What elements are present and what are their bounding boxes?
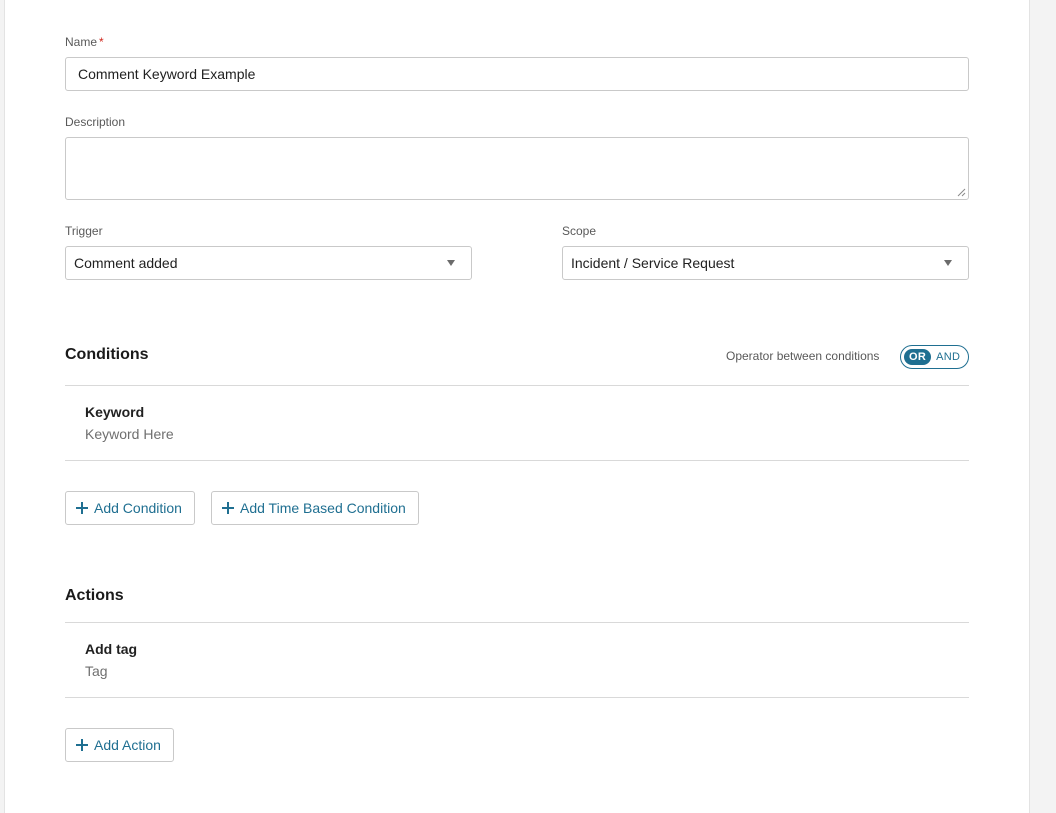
- operator-toggle[interactable]: OR AND: [900, 345, 969, 369]
- trigger-label: Trigger: [65, 224, 103, 238]
- action-item-title: Add tag: [85, 641, 138, 657]
- add-condition-label: Add Condition: [94, 500, 182, 516]
- add-action-button[interactable]: Add Action: [65, 728, 174, 762]
- condition-item-value: Keyword Here: [85, 426, 174, 442]
- plus-icon: [76, 502, 88, 514]
- add-time-based-condition-button[interactable]: Add Time Based Condition: [211, 491, 419, 525]
- caret-down-icon: [944, 260, 952, 266]
- operator-and-option[interactable]: AND: [931, 349, 965, 365]
- name-label: Name *: [65, 35, 104, 49]
- scope-select[interactable]: Incident / Service Request: [562, 246, 969, 280]
- action-item[interactable]: Add tag Tag: [65, 623, 969, 697]
- action-item-value: Tag: [85, 663, 108, 679]
- scope-label: Scope: [562, 224, 597, 238]
- conditions-divider-bottom: [65, 460, 969, 461]
- name-input[interactable]: Comment Keyword Example: [65, 57, 969, 91]
- add-time-based-condition-label: Add Time Based Condition: [240, 500, 406, 516]
- rule-editor-panel: Name * Comment Keyword Example Descriptio…: [4, 0, 1030, 813]
- trigger-selected-value: Comment added: [74, 255, 178, 271]
- add-condition-button[interactable]: Add Condition: [65, 491, 195, 525]
- conditions-heading: Conditions: [65, 346, 149, 363]
- plus-icon: [222, 502, 234, 514]
- operator-label: Operator between conditions: [726, 349, 880, 363]
- actions-divider-bottom: [65, 697, 969, 698]
- caret-down-icon: [447, 260, 455, 266]
- plus-icon: [76, 739, 88, 751]
- operator-or-option[interactable]: OR: [904, 349, 932, 365]
- required-mark: *: [99, 35, 104, 49]
- add-action-label: Add Action: [94, 737, 161, 753]
- name-input-value: Comment Keyword Example: [78, 66, 256, 82]
- scope-selected-value: Incident / Service Request: [571, 255, 735, 271]
- description-textarea[interactable]: [65, 137, 969, 200]
- description-label: Description: [65, 115, 126, 129]
- resize-grip-icon[interactable]: [957, 188, 966, 197]
- trigger-select[interactable]: Comment added: [65, 246, 472, 280]
- actions-heading: Actions: [65, 587, 124, 604]
- condition-item-title: Keyword: [85, 404, 145, 420]
- condition-item[interactable]: Keyword Keyword Here: [65, 386, 969, 460]
